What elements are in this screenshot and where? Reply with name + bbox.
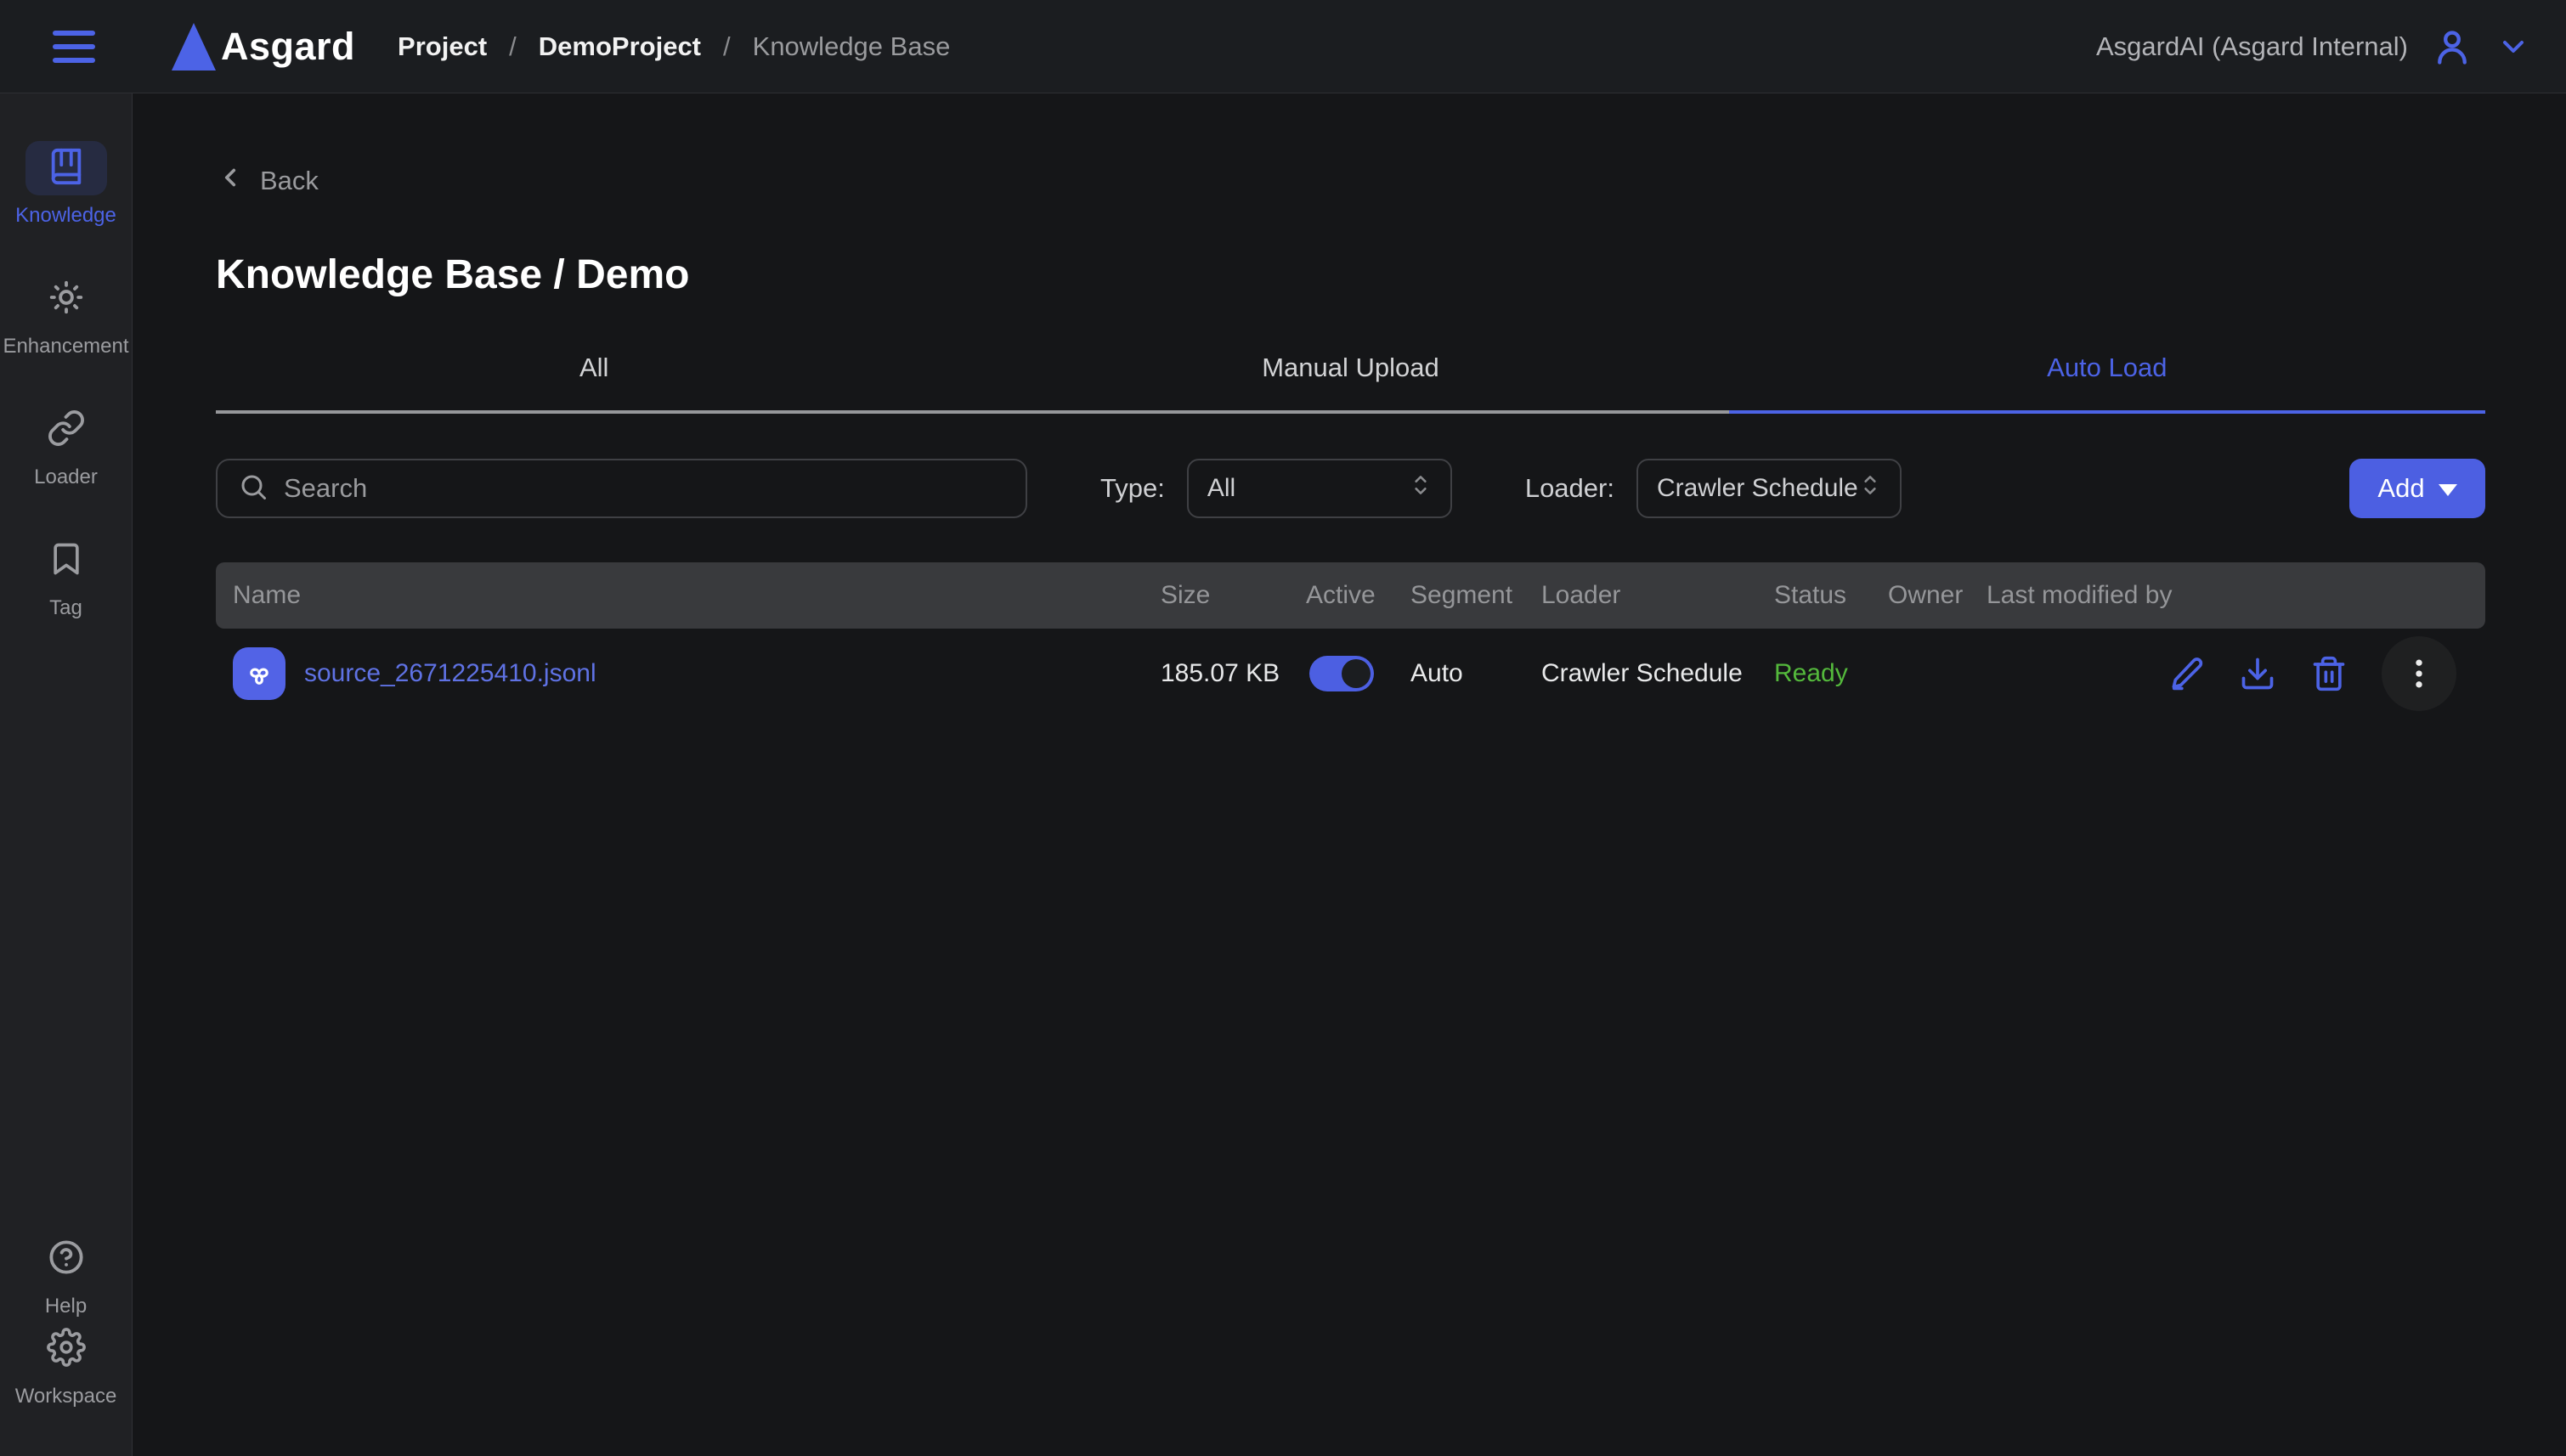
- breadcrumb-knowledge-base: Knowledge Base: [753, 31, 951, 62]
- sidebar-item-workspace[interactable]: Workspace: [0, 1322, 132, 1408]
- search-box[interactable]: [216, 459, 1027, 518]
- main-content: Back Knowledge Base / Demo All Manual Up…: [133, 93, 2566, 1456]
- brand-logo[interactable]: Asgard: [119, 23, 355, 71]
- file-name-link[interactable]: source_2671225410.jsonl: [304, 659, 596, 688]
- edit-icon[interactable]: [2168, 655, 2205, 692]
- breadcrumb: Project / DemoProject / Knowledge Base: [398, 31, 950, 62]
- column-header-status: Status: [1774, 581, 1888, 610]
- more-options-icon[interactable]: [2382, 636, 2456, 711]
- column-header-name: Name: [233, 581, 1161, 610]
- sidebar-item-knowledge[interactable]: Knowledge: [0, 141, 132, 228]
- sidebar-item-label: Workspace: [15, 1385, 117, 1408]
- sidebar: Knowledge Enhancement Loader: [0, 93, 133, 1456]
- sidebar-item-label: Knowledge: [15, 204, 116, 228]
- trash-icon[interactable]: [2310, 655, 2348, 692]
- chevron-left-icon: [216, 163, 245, 199]
- sidebar-item-enhancement[interactable]: Enhancement: [0, 272, 132, 358]
- row-actions: [1987, 636, 2485, 711]
- add-button[interactable]: Add: [2349, 459, 2485, 518]
- column-header-size: Size: [1161, 581, 1306, 610]
- type-select-value: All: [1207, 474, 1235, 503]
- caret-down-icon: [2439, 484, 2457, 496]
- triangle-logo-icon: [172, 23, 216, 71]
- sidebar-item-label: Help: [45, 1295, 87, 1318]
- back-label: Back: [260, 166, 319, 196]
- search-input[interactable]: [284, 473, 1005, 504]
- bookmark-icon: [48, 540, 85, 582]
- filter-row: Type: All Loader: Crawler Schedule Add: [216, 459, 2485, 518]
- type-filter-label: Type:: [1100, 473, 1165, 504]
- breadcrumb-project[interactable]: Project: [398, 31, 487, 62]
- breadcrumb-separator: /: [723, 31, 731, 62]
- loader-filter-label: Loader:: [1525, 473, 1614, 504]
- up-down-chevron-icon: [1859, 472, 1881, 505]
- menu-icon[interactable]: [53, 31, 95, 63]
- tab-auto-load[interactable]: Auto Load: [1729, 353, 2485, 414]
- account-label: AsgardAI (Asgard Internal): [2096, 31, 2408, 62]
- chevron-down-icon[interactable]: [2496, 30, 2530, 64]
- user-icon[interactable]: [2430, 25, 2474, 69]
- book-icon: [47, 147, 86, 190]
- download-icon[interactable]: [2239, 655, 2276, 692]
- sun-icon: [47, 278, 86, 321]
- breadcrumb-demo-project[interactable]: DemoProject: [539, 31, 701, 62]
- tab-bar: All Manual Upload Auto Load: [216, 353, 2485, 414]
- sidebar-item-label: Enhancement: [3, 335, 128, 358]
- type-select[interactable]: All: [1187, 459, 1452, 518]
- toggle-knob: [1342, 659, 1371, 688]
- tab-all[interactable]: All: [216, 353, 972, 414]
- loader-select[interactable]: Crawler Schedule: [1636, 459, 1902, 518]
- add-button-label: Add: [2377, 473, 2424, 504]
- help-circle-icon: [47, 1238, 86, 1281]
- column-header-last-modified-by: Last modified by: [1987, 581, 2485, 610]
- tab-manual-upload[interactable]: Manual Upload: [972, 353, 1728, 414]
- breadcrumb-separator: /: [509, 31, 517, 62]
- link-icon: [47, 409, 86, 452]
- column-header-segment: Segment: [1410, 581, 1541, 610]
- file-size: 185.07 KB: [1161, 659, 1306, 688]
- loader-value: Crawler Schedule: [1541, 659, 1774, 688]
- column-header-loader: Loader: [1541, 581, 1774, 610]
- table-row: source_2671225410.jsonl 185.07 KB Auto C…: [216, 629, 2485, 719]
- sidebar-item-help[interactable]: Help: [0, 1232, 132, 1318]
- gear-icon: [47, 1328, 86, 1371]
- search-icon: [238, 471, 268, 506]
- column-header-owner: Owner: [1888, 581, 1987, 610]
- active-toggle[interactable]: [1309, 656, 1374, 691]
- back-button[interactable]: Back: [216, 163, 319, 199]
- segment-value: Auto: [1410, 659, 1541, 688]
- sidebar-item-loader[interactable]: Loader: [0, 403, 132, 489]
- sidebar-item-tag[interactable]: Tag: [0, 533, 132, 620]
- file-type-icon: [233, 647, 285, 700]
- topbar: Asgard Project / DemoProject / Knowledge…: [0, 0, 2566, 93]
- brand-name: Asgard: [221, 25, 355, 69]
- up-down-chevron-icon: [1410, 472, 1432, 505]
- status-badge: Ready: [1774, 659, 1888, 688]
- column-header-active: Active: [1306, 581, 1410, 610]
- page-title: Knowledge Base / Demo: [216, 251, 2485, 298]
- sidebar-item-label: Loader: [34, 466, 98, 489]
- table-header: Name Size Active Segment Loader Status O…: [216, 562, 2485, 629]
- sidebar-item-label: Tag: [49, 596, 82, 620]
- loader-select-value: Crawler Schedule: [1657, 474, 1858, 503]
